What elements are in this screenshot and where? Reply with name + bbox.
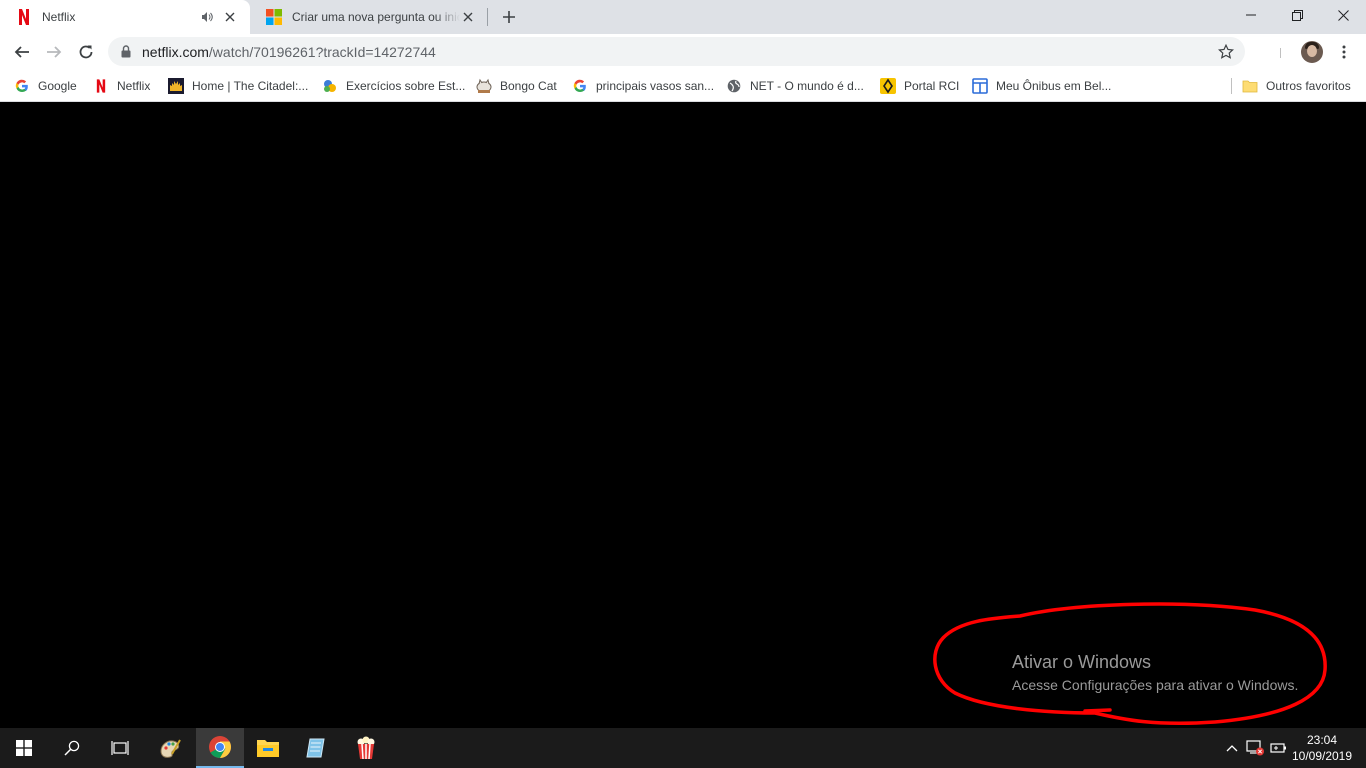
bookmark-label: principais vasos san...	[596, 79, 715, 93]
start-button[interactable]	[0, 728, 48, 768]
search-button[interactable]	[48, 728, 96, 768]
bookmark-net[interactable]: NET - O mundo é d...	[726, 76, 864, 96]
tab-netflix[interactable]: Netflix	[0, 0, 250, 34]
close-window-button[interactable]	[1320, 0, 1366, 30]
toolbar-separator	[1280, 48, 1281, 58]
system-clock[interactable]: 23:04 10/09/2019	[1290, 732, 1354, 764]
search-icon	[64, 740, 80, 756]
taskbar-file-explorer[interactable]	[244, 728, 292, 768]
address-bar[interactable]: netflix.com/watch/70196261?trackId=14272…	[108, 37, 1245, 66]
bookmark-star-icon[interactable]	[1217, 43, 1235, 61]
chrome-icon	[209, 736, 231, 758]
bookmark-citadel[interactable]: Home | The Citadel:...	[168, 76, 308, 96]
citadel-icon	[168, 78, 184, 94]
bookmark-label: Google	[38, 79, 77, 93]
bookmark-outros-favoritos[interactable]: Outros favoritos	[1242, 76, 1351, 96]
bookmark-label: Bongo Cat	[500, 79, 557, 93]
url-path: /watch/70196261?trackId=14272744	[208, 43, 436, 60]
bookmark-portal-rci[interactable]: Portal RCI	[880, 76, 959, 96]
task-view-button[interactable]	[96, 728, 144, 768]
exercicios-icon	[322, 78, 338, 94]
battery-power-icon[interactable]	[1269, 738, 1289, 758]
minimize-button[interactable]	[1228, 0, 1274, 30]
video-player[interactable]	[0, 103, 1366, 728]
tab-criar-pergunta[interactable]: Criar uma nova pergunta ou inicie	[250, 0, 488, 34]
bookmark-label: Netflix	[117, 79, 151, 93]
bookmark-label: NET - O mundo é d...	[750, 79, 864, 93]
show-hidden-icons-chevron-icon[interactable]	[1222, 738, 1242, 758]
bookmark-meu-onibus[interactable]: Meu Ônibus em Bel...	[972, 76, 1111, 96]
renault-icon	[880, 78, 896, 94]
taskbar-paint[interactable]	[146, 728, 194, 768]
bookmark-bongo-cat[interactable]: Bongo Cat	[476, 76, 557, 96]
url-text[interactable]: netflix.com/watch/70196261?trackId=14272…	[142, 44, 436, 60]
bookmark-netflix[interactable]: Netflix	[93, 76, 150, 96]
activation-subtitle: Acesse Configurações para ativar o Windo…	[1012, 677, 1299, 693]
bookmark-principais-vasos[interactable]: principais vasos san...	[572, 76, 714, 96]
restore-button[interactable]	[1274, 0, 1320, 30]
bookmark-label: Home | The Citadel:...	[192, 79, 309, 93]
tab-title: Netflix	[42, 10, 76, 24]
taskbar-app[interactable]	[292, 728, 340, 768]
popcorn-icon	[357, 736, 375, 760]
folder-icon	[257, 740, 279, 757]
bookmark-google[interactable]: Google	[14, 76, 77, 96]
tab-strip: Netflix Criar uma nova pergunta ou inici…	[0, 0, 1366, 34]
taskbar-popcorn-time[interactable]	[342, 728, 390, 768]
netflix-icon	[93, 78, 109, 94]
bookmark-label: Outros favoritos	[1266, 79, 1351, 93]
folder-icon	[1242, 78, 1258, 94]
bookmark-label: Exercícios sobre Est...	[346, 79, 466, 93]
lock-icon[interactable]	[120, 45, 132, 59]
netflix-icon	[16, 9, 32, 25]
windows-taskbar: 23:04 10/09/2019	[0, 728, 1366, 768]
task-view-icon	[111, 741, 129, 755]
clock-time: 23:04	[1306, 733, 1338, 747]
google-icon	[14, 78, 30, 94]
google-icon	[572, 78, 588, 94]
bookmark-exercicios[interactable]: Exercícios sobre Est...	[322, 76, 465, 96]
chrome-menu-icon[interactable]	[1334, 42, 1354, 62]
close-tab-icon[interactable]	[222, 9, 238, 25]
tab-title: Criar uma nova pergunta ou inicie	[292, 10, 460, 24]
url-domain: netflix.com	[142, 43, 209, 60]
bus-icon	[972, 78, 988, 94]
bookmark-label: Portal RCI	[904, 79, 960, 93]
browser-toolbar: netflix.com/watch/70196261?trackId=14272…	[0, 34, 1366, 70]
avatar-face	[1307, 45, 1317, 57]
windows-activation-watermark: Ativar o Windows Acesse Configurações pa…	[1012, 650, 1298, 695]
back-button[interactable]	[8, 38, 36, 66]
bookmarks-separator	[1231, 78, 1232, 94]
profile-avatar[interactable]	[1301, 41, 1323, 63]
paint-palette-icon	[160, 739, 181, 758]
microsoft-icon	[266, 9, 282, 25]
taskbar-chrome[interactable]	[196, 728, 244, 768]
reload-button[interactable]	[72, 38, 100, 66]
activation-title: Ativar o Windows	[1012, 652, 1152, 672]
forward-button[interactable]	[40, 38, 68, 66]
bookmarks-bar: Google Netflix Home | The Citadel:... Ex…	[0, 70, 1366, 102]
windows-logo-icon	[16, 740, 32, 756]
speaker-icon[interactable]	[200, 10, 214, 24]
close-tab-icon[interactable]	[460, 9, 476, 25]
bookmark-label: Meu Ônibus em Bel...	[996, 79, 1112, 93]
new-tab-button[interactable]	[498, 6, 520, 28]
bongo-cat-icon	[476, 78, 492, 94]
notes-app-icon	[306, 738, 325, 758]
clock-date: 10/09/2019	[1291, 749, 1353, 763]
tab-separator	[487, 8, 488, 26]
security-alert-icon[interactable]	[1245, 738, 1265, 758]
globe-icon	[726, 78, 742, 94]
